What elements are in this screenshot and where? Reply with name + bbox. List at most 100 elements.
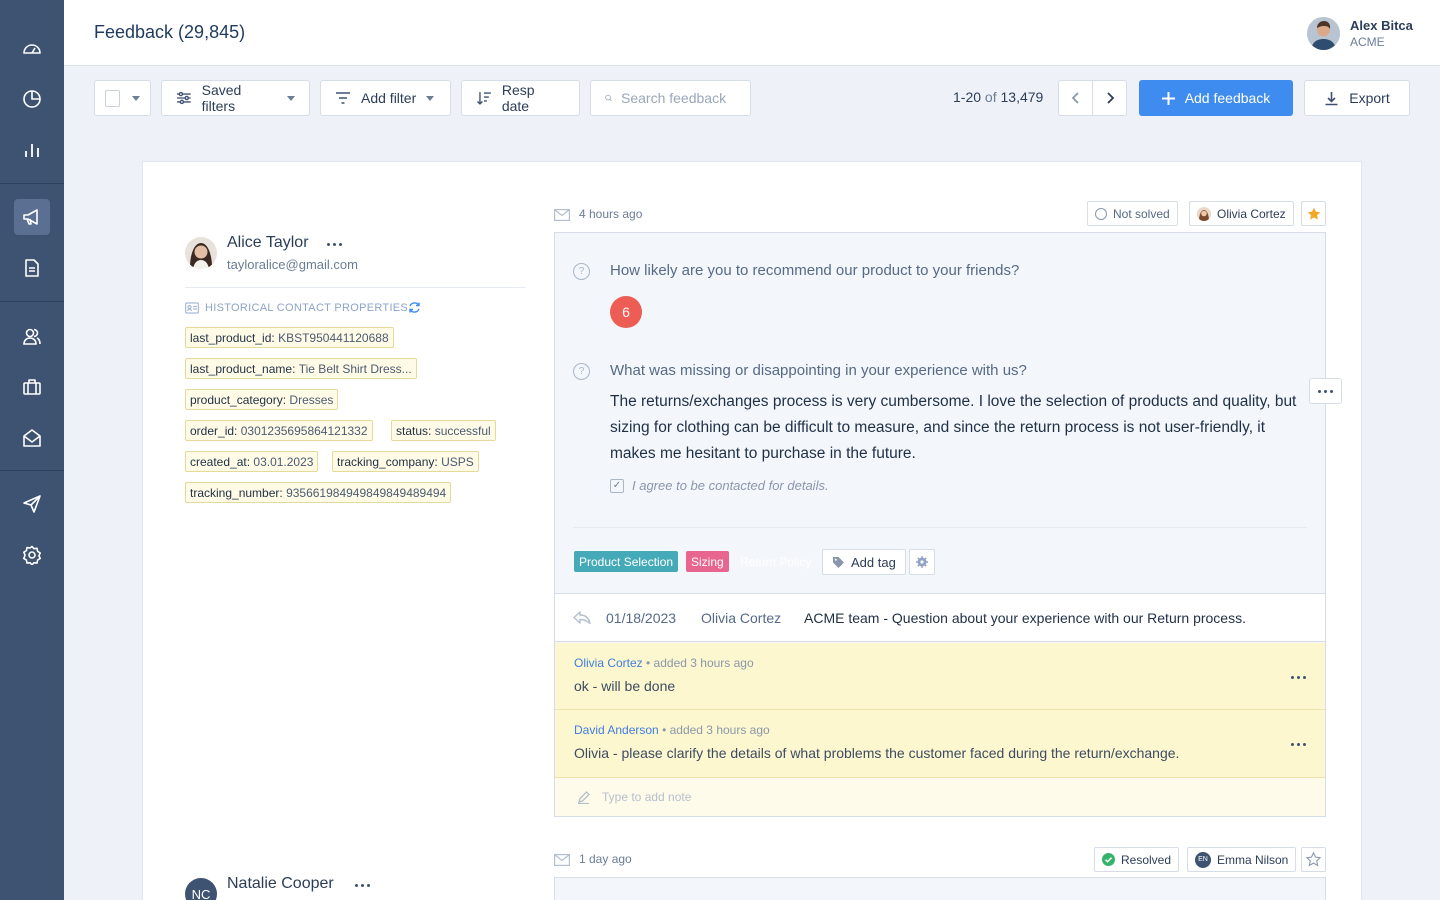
sidebar-item-dashboard[interactable] xyxy=(14,30,50,66)
response-panel xyxy=(554,877,1326,900)
email-icon xyxy=(554,209,570,221)
search-input[interactable] xyxy=(621,90,736,106)
sidebar-item-inbox[interactable] xyxy=(14,420,50,456)
tag-settings-button[interactable] xyxy=(909,549,935,575)
search-box[interactable] xyxy=(590,80,751,116)
assignee-badge[interactable]: EN Emma Nilson xyxy=(1187,847,1297,872)
tag-return-policy[interactable]: Return Policy xyxy=(735,551,816,572)
pagination-total: 13,479 xyxy=(1000,89,1044,105)
property-value: successful xyxy=(434,423,491,438)
tag-label: Sizing xyxy=(691,554,724,569)
sidebar-item-campaigns[interactable] xyxy=(14,486,50,522)
note-item: Olivia Cortez • added 3 hours ago ok - w… xyxy=(555,643,1325,710)
status-badge[interactable]: Not solved xyxy=(1087,201,1178,226)
mail-icon xyxy=(23,429,41,447)
property-value: KBST950441120688 xyxy=(278,330,389,345)
user-avatar[interactable] xyxy=(1307,17,1340,50)
tag-product-selection[interactable]: Product Selection xyxy=(574,551,679,572)
question-icon: ? xyxy=(573,263,590,280)
previous-page-button[interactable] xyxy=(1058,80,1093,116)
tag-label: Return Policy xyxy=(740,554,812,569)
toolbar: Saved filters Add filter Resp date 1-20 … xyxy=(64,66,1440,130)
contact-property: tracking_number: 93566198494984984948949… xyxy=(185,482,452,503)
contact-property: created_at: 03.01.2023 xyxy=(185,451,319,472)
filter-icon xyxy=(336,92,350,104)
sidebar-item-companies[interactable] xyxy=(14,369,50,405)
send-icon xyxy=(23,495,41,513)
note-author[interactable]: Olivia Cortez xyxy=(574,656,643,670)
note-author[interactable]: David Anderson xyxy=(574,723,659,737)
page-title: Feedback (29,845) xyxy=(94,22,246,42)
export-label: Export xyxy=(1349,90,1390,106)
contact-avatar[interactable] xyxy=(185,237,217,269)
consent-label: I agree to be contacted for details. xyxy=(632,478,829,493)
note-meta: • added 3 hours ago xyxy=(658,723,770,737)
add-filter-button[interactable]: Add filter xyxy=(320,80,451,116)
download-icon xyxy=(1325,91,1338,105)
contact-name[interactable]: Alice Taylor xyxy=(227,234,309,252)
pie-chart-icon xyxy=(23,90,41,108)
contact-property: order_id: 0301235695864121332 xyxy=(185,420,373,441)
tag-sizing[interactable]: Sizing xyxy=(686,551,729,572)
sidebar-item-contacts[interactable] xyxy=(14,318,50,354)
export-button[interactable]: Export xyxy=(1304,80,1410,116)
sidebar-item-settings[interactable] xyxy=(14,537,50,573)
reply-row[interactable]: 01/18/2023 Olivia Cortez ACME team - Que… xyxy=(555,593,1325,642)
check-circle-icon xyxy=(1102,853,1115,866)
id-card-icon xyxy=(185,302,199,314)
feedback-time: 1 day ago xyxy=(579,852,632,866)
chevron-right-icon xyxy=(1106,92,1114,104)
chevron-down-icon xyxy=(132,95,140,101)
sidebar-item-analytics[interactable] xyxy=(14,132,50,168)
status-label: Resolved xyxy=(1121,852,1172,867)
chevron-down-icon xyxy=(287,95,295,101)
contact-avatar[interactable]: NC xyxy=(185,878,217,900)
note-more-icon[interactable] xyxy=(1291,743,1306,746)
property-key: product_category: xyxy=(190,392,287,407)
select-all-dropdown[interactable] xyxy=(94,80,151,116)
tag-label: Product Selection xyxy=(579,554,674,569)
chevron-left-icon xyxy=(1071,92,1079,104)
status-badge[interactable]: Resolved xyxy=(1094,847,1180,872)
next-page-button[interactable] xyxy=(1092,80,1127,116)
note-input[interactable] xyxy=(602,790,1202,804)
feedback-time: 4 hours ago xyxy=(579,207,643,221)
sliders-icon xyxy=(176,91,191,105)
star-outline-icon xyxy=(1306,852,1321,867)
select-all-checkbox[interactable] xyxy=(105,89,120,107)
saved-filters-button[interactable]: Saved filters xyxy=(161,80,310,116)
contact-name[interactable]: Natalie Cooper xyxy=(227,875,334,893)
sidebar xyxy=(0,0,64,900)
note-header: Olivia Cortez • added 3 hours ago xyxy=(574,656,754,670)
assignee-name: Emma Nilson xyxy=(1217,852,1289,867)
tag-icon xyxy=(833,556,844,568)
email-icon xyxy=(554,854,570,866)
sidebar-item-surveys[interactable] xyxy=(14,250,50,286)
chevron-down-icon xyxy=(426,95,435,101)
property-key: tracking_number: xyxy=(190,485,283,500)
feedback-list: Alice Taylor tayloralice@gmail.com HISTO… xyxy=(142,161,1362,900)
assignee-badge[interactable]: Olivia Cortez xyxy=(1189,201,1294,226)
property-key: last_product_id: xyxy=(190,330,275,345)
sort-button[interactable]: Resp date xyxy=(461,80,580,116)
contact-more-icon[interactable] xyxy=(355,884,370,887)
star-button[interactable] xyxy=(1301,847,1326,872)
star-filled-icon xyxy=(1307,207,1320,220)
gear-icon xyxy=(916,556,928,568)
contact-more-icon[interactable] xyxy=(327,243,342,246)
response-more-button[interactable] xyxy=(1309,378,1342,404)
reply-icon xyxy=(573,611,591,624)
circle-icon xyxy=(1095,207,1107,220)
star-button[interactable] xyxy=(1301,201,1326,226)
add-feedback-button[interactable]: Add feedback xyxy=(1139,80,1293,116)
pencil-icon xyxy=(578,790,590,804)
sidebar-item-feedback[interactable] xyxy=(14,199,50,235)
sidebar-item-reports[interactable] xyxy=(14,81,50,117)
document-icon xyxy=(25,259,39,277)
contact-email: tayloralice@gmail.com xyxy=(227,257,358,272)
pagination-range: 1-20 xyxy=(953,89,982,105)
refresh-icon[interactable] xyxy=(408,301,421,314)
user-org: ACME xyxy=(1350,35,1385,49)
note-more-icon[interactable] xyxy=(1291,676,1306,679)
add-tag-button[interactable]: Add tag xyxy=(822,549,906,575)
